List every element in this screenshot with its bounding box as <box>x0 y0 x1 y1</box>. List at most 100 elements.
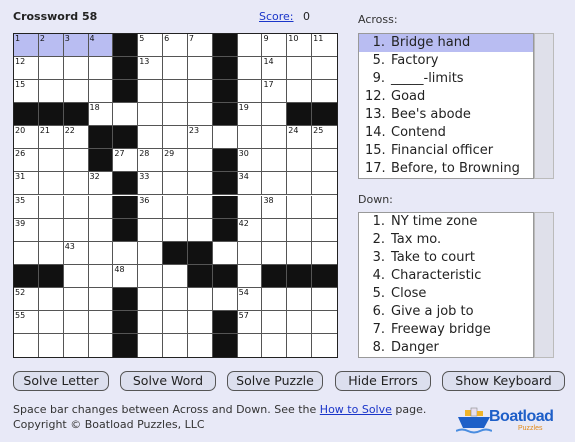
grid-cell[interactable] <box>287 333 313 357</box>
grid-cell[interactable] <box>138 287 164 311</box>
grid-cell[interactable]: 17 <box>262 80 288 104</box>
grid-cell[interactable] <box>63 264 89 288</box>
grid-cell[interactable] <box>237 241 263 265</box>
grid-cell[interactable] <box>287 218 313 242</box>
grid-cell[interactable] <box>262 149 288 173</box>
grid-cell[interactable] <box>163 333 188 357</box>
grid-cell[interactable]: 39 <box>14 218 39 242</box>
grid-cell[interactable] <box>187 287 213 311</box>
grid-cell[interactable] <box>262 333 288 357</box>
grid-cell[interactable] <box>212 126 238 150</box>
grid-cell[interactable] <box>237 333 263 357</box>
grid-cell[interactable] <box>38 218 64 242</box>
grid-cell[interactable] <box>212 287 238 311</box>
grid-cell[interactable] <box>287 195 313 219</box>
grid-cell[interactable] <box>138 264 164 288</box>
grid-cell[interactable] <box>38 241 64 265</box>
grid-cell[interactable]: 23 <box>187 126 213 150</box>
grid-cell[interactable] <box>187 218 213 242</box>
grid-cell[interactable] <box>63 57 89 81</box>
grid-cell[interactable] <box>237 34 263 58</box>
grid-cell[interactable]: 43 <box>63 241 89 265</box>
solve-puzzle-button[interactable]: Solve Puzzle <box>227 371 323 391</box>
show-keyboard-button[interactable]: Show Keyboard <box>442 371 565 391</box>
grid-cell[interactable] <box>63 149 89 173</box>
grid-cell[interactable] <box>138 126 164 150</box>
grid-cell[interactable] <box>187 310 213 334</box>
down-clue-item[interactable]: 7. Freeway bridge <box>359 321 533 339</box>
grid-cell[interactable]: 27 <box>113 149 139 173</box>
across-clue-list[interactable]: 1. Bridge hand 5. Factory 9. _____-limits 12. G… <box>358 33 534 179</box>
grid-cell[interactable]: 21 <box>38 126 64 150</box>
grid-cell[interactable] <box>262 287 288 311</box>
grid-cell[interactable] <box>38 149 64 173</box>
down-clue-item[interactable]: 4. Characteristic <box>359 267 533 285</box>
grid-cell[interactable] <box>237 57 263 81</box>
across-clue-item[interactable]: 5. Factory <box>359 52 533 70</box>
grid-cell[interactable] <box>312 287 337 311</box>
grid-cell[interactable]: 31 <box>14 172 39 196</box>
grid-cell[interactable]: 13 <box>138 57 164 81</box>
how-to-solve-link[interactable]: How to Solve <box>320 403 392 416</box>
grid-cell[interactable] <box>312 195 337 219</box>
grid-cell[interactable] <box>262 241 288 265</box>
down-clue-item[interactable]: 2. Tax mo. <box>359 231 533 249</box>
down-scrollbar[interactable] <box>534 212 554 358</box>
grid-cell[interactable]: 35 <box>14 195 39 219</box>
grid-cell[interactable] <box>312 310 337 334</box>
grid-cell[interactable] <box>287 241 313 265</box>
grid-cell[interactable] <box>88 264 114 288</box>
grid-cell[interactable] <box>88 287 114 311</box>
grid-cell[interactable]: 52 <box>14 287 39 311</box>
grid-cell[interactable] <box>88 57 114 81</box>
grid-cell[interactable]: 18 <box>88 103 114 127</box>
grid-cell[interactable] <box>88 333 114 357</box>
down-clue-item[interactable]: 6. Give a job to <box>359 303 533 321</box>
down-clue-item[interactable]: 8. Danger <box>359 339 533 357</box>
grid-cell[interactable] <box>262 310 288 334</box>
grid-cell[interactable] <box>187 57 213 81</box>
across-scrollbar[interactable] <box>534 33 554 179</box>
hide-errors-button[interactable]: Hide Errors <box>335 371 431 391</box>
grid-cell[interactable] <box>63 218 89 242</box>
grid-cell[interactable]: 24 <box>287 126 313 150</box>
grid-cell[interactable]: 12 <box>14 57 39 81</box>
grid-cell[interactable] <box>88 218 114 242</box>
grid-cell[interactable] <box>63 287 89 311</box>
grid-cell[interactable]: 9 <box>262 34 288 58</box>
grid-cell[interactable] <box>138 310 164 334</box>
grid-cell[interactable] <box>88 310 114 334</box>
grid-cell[interactable]: 34 <box>237 172 263 196</box>
grid-cell[interactable] <box>237 195 263 219</box>
grid-cell[interactable]: 38 <box>262 195 288 219</box>
grid-cell[interactable] <box>212 241 238 265</box>
across-clue-item[interactable]: 12. Goad <box>359 88 533 106</box>
grid-cell[interactable] <box>38 172 64 196</box>
grid-cell[interactable] <box>237 264 263 288</box>
grid-cell[interactable] <box>88 80 114 104</box>
grid-cell[interactable] <box>312 149 337 173</box>
grid-cell[interactable] <box>312 80 337 104</box>
grid-cell[interactable] <box>312 333 337 357</box>
grid-cell[interactable] <box>38 287 64 311</box>
across-clue-item[interactable]: 13. Bee's abode <box>359 106 533 124</box>
grid-cell[interactable]: 57 <box>237 310 263 334</box>
grid-cell[interactable]: 5 <box>138 34 164 58</box>
grid-cell[interactable]: 20 <box>14 126 39 150</box>
grid-cell[interactable]: 1 <box>14 34 39 58</box>
grid-cell[interactable] <box>38 57 64 81</box>
crossword-grid[interactable]: 1 2 3 4 5 6 7 9 10 11 12 13 14 15 17 18 19 20 21 22 23 24 25 26… <box>13 33 338 358</box>
grid-cell[interactable] <box>262 172 288 196</box>
grid-cell[interactable]: 3 <box>63 34 89 58</box>
grid-cell[interactable] <box>287 172 313 196</box>
across-clue-item[interactable]: 17. Before, to Browning <box>359 160 533 178</box>
grid-cell[interactable] <box>163 287 188 311</box>
grid-cell[interactable] <box>163 57 188 81</box>
grid-cell[interactable] <box>88 195 114 219</box>
across-clue-item[interactable]: 14. Contend <box>359 124 533 142</box>
down-clue-list[interactable]: 1. NY time zone 2. Tax mo. 3. Take to court 4.… <box>358 212 534 358</box>
score-link[interactable]: Score: <box>259 10 294 23</box>
grid-cell[interactable] <box>262 218 288 242</box>
grid-cell[interactable] <box>187 195 213 219</box>
grid-cell[interactable]: 11 <box>312 34 337 58</box>
